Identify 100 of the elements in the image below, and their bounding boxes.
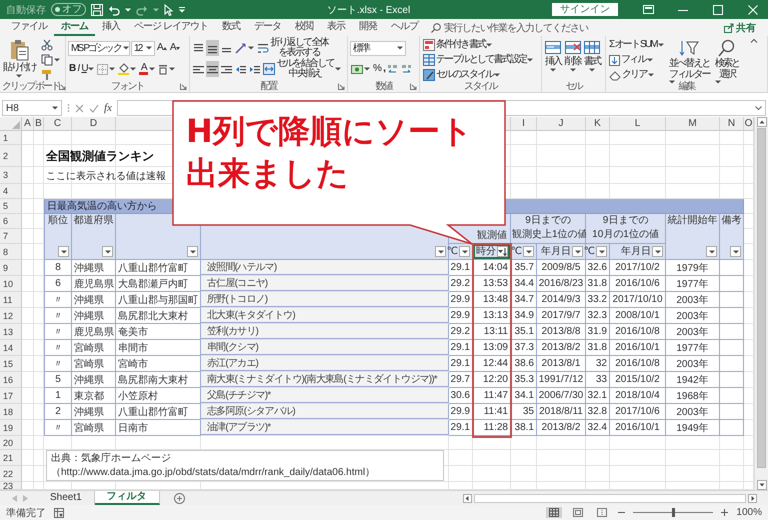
dialog-launcher-icon[interactable] <box>338 82 345 90</box>
column-header[interactable]: J <box>537 117 586 131</box>
row-header[interactable]: 2 <box>0 145 22 167</box>
shrink-font-button[interactable]: A <box>168 40 181 56</box>
save-icon[interactable] <box>91 4 103 16</box>
cells-button[interactable]: 削除 <box>563 38 582 73</box>
column-header[interactable]: D <box>72 117 116 131</box>
tell-me-field[interactable]: 実行したい作業を入力してください <box>444 20 588 34</box>
column-header[interactable]: L <box>610 117 666 131</box>
filter-button[interactable] <box>497 246 508 257</box>
ribbon-tab[interactable]: ファイル <box>4 19 54 36</box>
row-header[interactable]: 21 <box>0 450 22 466</box>
add-sheet-icon[interactable] <box>174 492 185 504</box>
column-header[interactable]: C <box>44 117 72 131</box>
fill-color-button[interactable] <box>116 61 137 77</box>
border-button[interactable] <box>96 61 116 77</box>
cancel-icon[interactable] <box>75 104 84 112</box>
filter-button[interactable] <box>652 246 663 257</box>
cells-button[interactable]: 挿入 <box>544 38 562 73</box>
column-header[interactable]: N <box>720 117 744 131</box>
sheet-tab[interactable]: フィルタ <box>94 491 160 505</box>
row-header[interactable]: 10 <box>0 276 22 292</box>
ribbon-tab[interactable]: データ <box>246 19 288 36</box>
row-header[interactable]: 16 <box>0 372 22 388</box>
filter-button[interactable] <box>572 246 583 257</box>
filter-button[interactable] <box>187 246 198 257</box>
style-menu-button[interactable]: 条件付き書式 <box>422 38 534 52</box>
column-header[interactable]: M <box>666 117 720 131</box>
row-header[interactable]: 17 <box>0 388 22 404</box>
ribbon-tab[interactable]: 表示 <box>320 19 352 36</box>
style-menu-button[interactable]: セルのスタイル <box>422 68 534 82</box>
italic-button[interactable]: I <box>76 61 80 77</box>
dialog-launcher-icon[interactable] <box>180 82 187 90</box>
row-header[interactable]: 8 <box>0 244 22 260</box>
row-header[interactable]: 9 <box>0 260 22 276</box>
ribbon-tab[interactable]: 数式 <box>214 19 247 36</box>
comma-style-button[interactable]: , <box>382 61 386 77</box>
row-header[interactable]: 12 <box>0 308 22 324</box>
paste-button[interactable]: 貼り付け <box>2 38 37 79</box>
row-header[interactable]: 15 <box>0 356 22 372</box>
page-break-icon[interactable] <box>597 508 608 517</box>
horizontal-align-button[interactable] <box>206 61 219 77</box>
zoom-slider-thumb[interactable] <box>672 508 676 517</box>
undo-icon[interactable] <box>108 4 120 16</box>
find-select-button[interactable]: 検索と 選択 <box>714 38 740 85</box>
font-color-button[interactable]: A <box>138 61 156 77</box>
ribbon-tab[interactable]: 校閲 <box>288 19 320 36</box>
fill-button[interactable]: フィル <box>608 53 665 67</box>
ribbon-options-icon[interactable] <box>642 5 654 14</box>
customize-toolbar-icon[interactable] <box>179 6 185 12</box>
filter-button[interactable] <box>435 246 446 257</box>
sign-in-button[interactable]: サインイン <box>552 3 618 16</box>
maximize-icon[interactable] <box>713 4 723 14</box>
filter-button[interactable] <box>102 246 113 257</box>
filter-button[interactable] <box>523 246 534 257</box>
row-header[interactable]: 14 <box>0 340 22 356</box>
row-header[interactable]: 7 <box>0 229 22 244</box>
filter-button[interactable] <box>706 246 717 257</box>
row-header[interactable]: 19 <box>0 420 22 436</box>
pointer-icon[interactable] <box>164 4 174 16</box>
close-icon[interactable] <box>748 4 758 14</box>
macro-record-icon[interactable] <box>54 508 64 518</box>
page-layout-icon[interactable] <box>573 508 584 517</box>
row-header[interactable]: 4 <box>0 184 22 199</box>
column-header[interactable]: K <box>586 117 610 131</box>
scrollbar-thumb[interactable] <box>757 128 766 468</box>
share-button[interactable]: 共有 <box>724 19 756 36</box>
filter-button[interactable] <box>596 246 607 257</box>
vertical-align-button[interactable] <box>206 40 219 56</box>
ribbon-tab[interactable]: 開発 <box>352 19 384 36</box>
autosave-toggle[interactable]: オフ <box>51 3 86 16</box>
expand-caret-icon[interactable] <box>755 106 762 110</box>
row-header[interactable]: 18 <box>0 404 22 420</box>
row-header[interactable]: 22 <box>0 466 22 482</box>
font-size-field[interactable]: 12 <box>131 40 155 56</box>
filter-button[interactable] <box>730 246 741 257</box>
normal-view-icon[interactable] <box>549 508 560 517</box>
column-header[interactable]: I <box>511 117 537 131</box>
column-header[interactable]: B <box>34 117 44 131</box>
row-header[interactable]: 13 <box>0 324 22 340</box>
scroll-down-icon[interactable] <box>756 480 766 490</box>
row-header[interactable]: 1 <box>0 131 22 145</box>
row-header[interactable]: 5 <box>0 199 22 214</box>
ribbon-tab[interactable]: ページ レイアウト <box>127 19 215 36</box>
font-name-field[interactable]: MS Pゴシック <box>68 40 130 56</box>
copy-button[interactable] <box>40 53 61 67</box>
row-header[interactable]: 11 <box>0 292 22 308</box>
wrap-text-button[interactable]: 折り返して全体を表示する <box>256 38 329 58</box>
scroll-left-icon[interactable] <box>463 494 472 502</box>
ribbon-tab[interactable]: 挿入 <box>95 19 127 36</box>
number-format-field[interactable]: 標準 <box>350 40 406 56</box>
row-header[interactable]: 6 <box>0 214 22 229</box>
filter-button[interactable] <box>58 246 69 257</box>
percent-button[interactable]: % <box>372 61 382 77</box>
scroll-up-icon[interactable] <box>756 117 766 127</box>
collapse-ribbon-icon[interactable] <box>750 38 758 43</box>
ribbon-tab[interactable]: ヘルプ <box>384 19 425 36</box>
clear-button[interactable]: クリア <box>608 68 665 82</box>
bold-button[interactable]: B <box>68 61 76 77</box>
column-header[interactable]: O <box>744 117 754 131</box>
